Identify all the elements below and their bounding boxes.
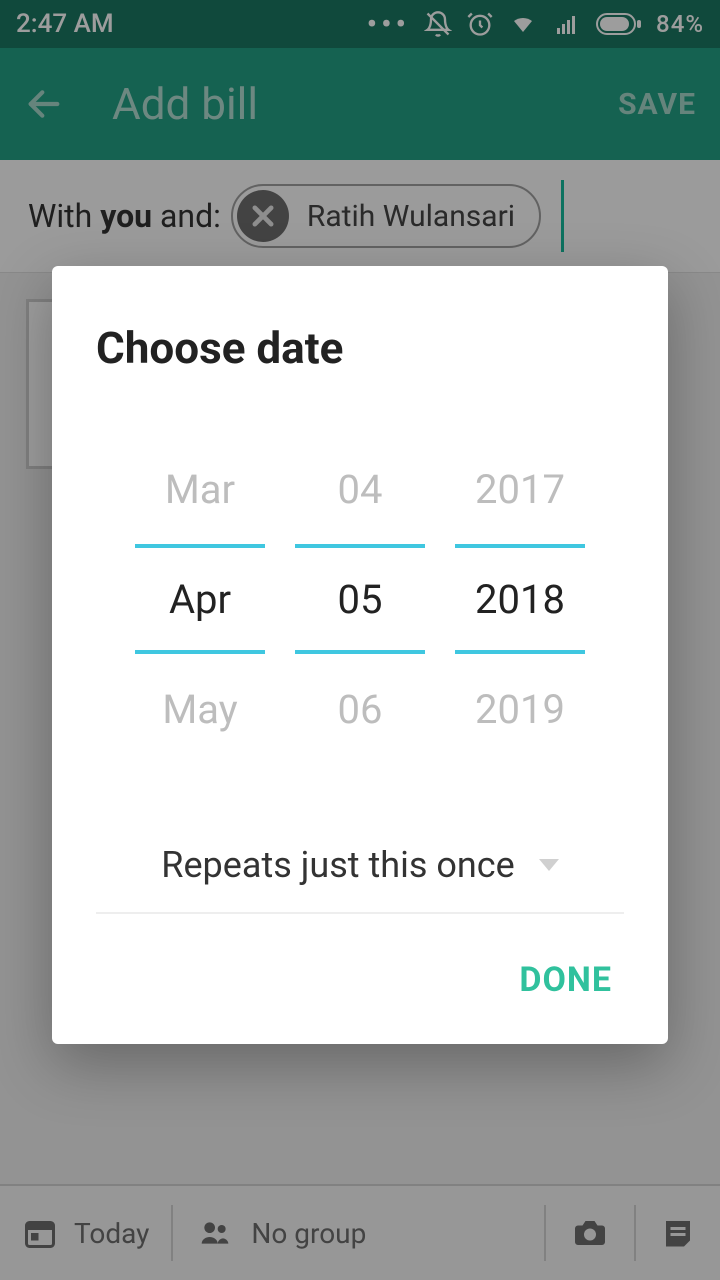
day-column[interactable]: 04 05 06 [295, 434, 425, 764]
day-prev[interactable]: 04 [295, 434, 425, 544]
dialog-title: Choose date [96, 322, 624, 374]
month-prev[interactable]: Mar [135, 434, 265, 544]
repeat-label: Repeats just this once [161, 844, 514, 886]
chevron-down-icon [539, 859, 559, 871]
year-column[interactable]: 2017 2018 2019 [455, 434, 585, 764]
day-selected[interactable]: 05 [295, 544, 425, 654]
done-button[interactable]: DONE [519, 960, 612, 1000]
date-picker[interactable]: Mar Apr May 04 05 06 2017 2018 2019 [96, 434, 624, 764]
month-column[interactable]: Mar Apr May [135, 434, 265, 764]
year-prev[interactable]: 2017 [455, 434, 585, 544]
repeat-dropdown[interactable]: Repeats just this once [96, 834, 624, 914]
year-selected[interactable]: 2018 [455, 544, 585, 654]
date-picker-dialog: Choose date Mar Apr May 04 05 06 2017 20… [52, 266, 668, 1044]
year-next[interactable]: 2019 [455, 654, 585, 764]
month-next[interactable]: May [135, 654, 265, 764]
day-next[interactable]: 06 [295, 654, 425, 764]
month-selected[interactable]: Apr [135, 544, 265, 654]
